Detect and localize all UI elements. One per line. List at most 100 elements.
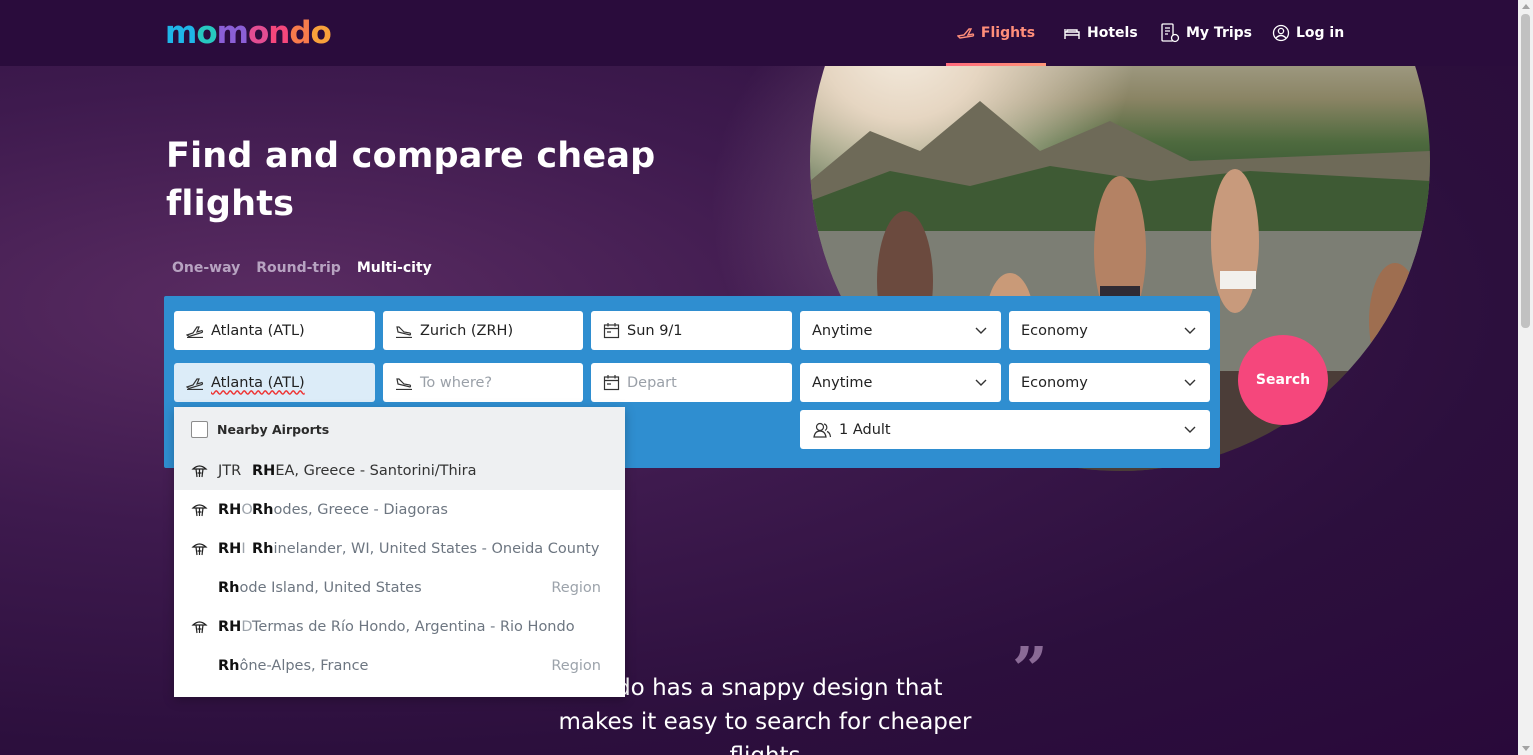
time-select-2[interactable]: Anytime	[800, 363, 1001, 402]
suggestion-name: Rhône-Alpes, France	[218, 658, 368, 674]
suggestion-name: RHEA, Greece - Santorini/Thira	[252, 463, 477, 479]
nav-hotels[interactable]: Hotels	[1063, 0, 1138, 66]
chevron-down-icon	[1184, 426, 1196, 433]
suggestion-text-part: Rh	[218, 579, 240, 596]
suggestion-text-part: ode Island, United States	[239, 579, 422, 596]
bed-icon	[1064, 29, 1080, 39]
date-value-1: Sun 9/1	[627, 322, 683, 339]
suggestion-text-part: RH	[252, 462, 276, 479]
suggestion-name: Rhinelander, WI, United States - Oneida …	[252, 541, 599, 557]
nav-my-trips[interactable]: My Trips	[1160, 0, 1252, 66]
chevron-down-icon	[975, 327, 987, 334]
suggestion-name: Rhode Island, United States	[218, 580, 422, 596]
trip-type-tabs: One-way Round-trip Multi-city	[172, 260, 448, 276]
logo-letter: m	[216, 15, 249, 51]
airport-icon	[191, 621, 208, 634]
logo-letter: o	[310, 15, 332, 51]
user-icon	[1272, 24, 1290, 42]
date-placeholder-2: Depart	[627, 374, 677, 391]
cabin-select-2[interactable]: Economy	[1009, 363, 1210, 402]
time-value-1: Anytime	[812, 322, 873, 339]
suggestion-text-part: Rh	[252, 540, 274, 557]
chevron-down-icon	[1184, 327, 1196, 334]
suggestion-item[interactable]: Rhode Island, United States Region	[174, 568, 625, 607]
travelers-value: 1 Adult	[839, 421, 891, 438]
suggestion-text-part: odes, Greece - Diagoras	[273, 501, 448, 518]
suggestion-text-part: D	[241, 618, 253, 635]
momondo-logo[interactable]: momondo	[165, 14, 332, 52]
suggestion-item[interactable]: RHI Rhinelander, WI, United States - Onei…	[174, 529, 625, 568]
travelers-select[interactable]: 1 Adult	[800, 410, 1210, 449]
landing-icon	[396, 377, 412, 390]
cabin-select-1[interactable]: Economy	[1009, 311, 1210, 350]
suggestion-text-part: RH	[218, 618, 242, 635]
chevron-down-icon	[1184, 379, 1196, 386]
suggestion-text-part: I	[241, 540, 246, 557]
origin-value-2: Atlanta (ATL)	[211, 374, 305, 391]
suggestion-text-part: EA, Greece - Santorini/Thira	[275, 462, 477, 479]
takeoff-icon	[186, 325, 204, 338]
logo-letter: n	[268, 15, 290, 51]
nav-login[interactable]: Log in	[1272, 0, 1344, 66]
calendar-icon	[603, 323, 620, 339]
logo-letter: d	[289, 15, 311, 51]
suggestion-code: RHI	[218, 541, 252, 557]
suggestion-code: JTR	[218, 463, 252, 479]
date-field-1[interactable]: Sun 9/1	[591, 311, 792, 350]
airport-icon	[191, 504, 208, 517]
suggestion-text-part: JTR	[218, 462, 242, 479]
chevron-down-icon	[975, 379, 987, 386]
nav-flights[interactable]: Flights	[946, 0, 1046, 66]
suggestion-name: Rhodes, Greece - Diagoras	[252, 502, 448, 518]
origin-field-2[interactable]: Atlanta (ATL)	[174, 363, 375, 402]
tab-one-way[interactable]: One-way	[172, 260, 240, 276]
suggestion-item[interactable]: Rhône-Alpes, France Region	[174, 646, 625, 685]
cabin-value-1: Economy	[1021, 322, 1088, 339]
nearby-airports-option[interactable]: Nearby Airports	[174, 407, 625, 451]
time-value-2: Anytime	[812, 374, 873, 391]
destination-placeholder-2: To where?	[420, 374, 493, 391]
tab-multi-city[interactable]: Multi-city	[357, 260, 432, 276]
logo-letter: o	[247, 15, 269, 51]
page-scrollbar[interactable]	[1518, 0, 1533, 755]
nearby-airports-checkbox[interactable]	[191, 420, 208, 438]
suggestion-name: Termas de Río Hondo, Argentina - Rio Hon…	[252, 619, 575, 635]
suggestion-text-part: ône-Alpes, France	[239, 657, 369, 674]
origin-value-1: Atlanta (ATL)	[211, 322, 305, 339]
suggestion-item[interactable]: RHO Rhodes, Greece - Diagoras	[174, 490, 625, 529]
scroll-down-arrow-icon[interactable]	[1522, 746, 1530, 751]
suggestion-text-part: RH	[218, 540, 242, 557]
destination-field-1[interactable]: Zurich (ZRH)	[383, 311, 583, 350]
date-field-2[interactable]: Depart	[591, 363, 792, 402]
time-select-1[interactable]: Anytime	[800, 311, 1001, 350]
suggestion-item[interactable]: JTR RHEA, Greece - Santorini/Thira	[174, 451, 625, 490]
cabin-value-2: Economy	[1021, 374, 1088, 391]
calendar-icon	[603, 375, 620, 391]
search-button[interactable]: Search	[1238, 335, 1328, 425]
nav-login-label: Log in	[1296, 25, 1345, 41]
origin-field-1[interactable]: Atlanta (ATL)	[174, 311, 375, 350]
quote-mark-icon: ”	[1012, 633, 1048, 706]
suggestion-text-part: Rh	[218, 657, 240, 674]
airport-suggestions: Nearby Airports JTR RHEA, Greece - Santor…	[174, 407, 625, 697]
tab-round-trip[interactable]: Round-trip	[256, 260, 341, 276]
airport-icon	[191, 465, 208, 478]
takeoff-icon	[186, 377, 204, 390]
suggestion-code: RHO	[218, 502, 253, 518]
suggestion-list: JTR RHEA, Greece - Santorini/Thira RHO Rhod…	[174, 451, 625, 685]
nav-hotels-label: Hotels	[1087, 25, 1138, 41]
travelers-wrap: 1 Adult	[812, 421, 891, 438]
suggestion-item[interactable]: RHD Termas de Río Hondo, Argentina - Rio …	[174, 607, 625, 646]
destination-value-1: Zurich (ZRH)	[420, 322, 514, 339]
page-title: Find and compare cheap flights	[166, 136, 656, 224]
suggestion-code: RHD	[218, 619, 252, 635]
logo-letter: m	[165, 15, 197, 51]
destination-field-2[interactable]: To where?	[383, 363, 583, 402]
top-header: momondo Flights Hotels My Trips Log in	[0, 0, 1518, 66]
logo-letter: o	[196, 15, 217, 51]
scroll-up-arrow-icon[interactable]	[1522, 4, 1530, 9]
scroll-thumb[interactable]	[1521, 14, 1530, 328]
suggestion-type-label: Region	[551, 579, 601, 596]
plane-icon	[956, 28, 975, 39]
suggestion-text-part: inelander, WI, United States - Oneida Co…	[273, 540, 600, 557]
